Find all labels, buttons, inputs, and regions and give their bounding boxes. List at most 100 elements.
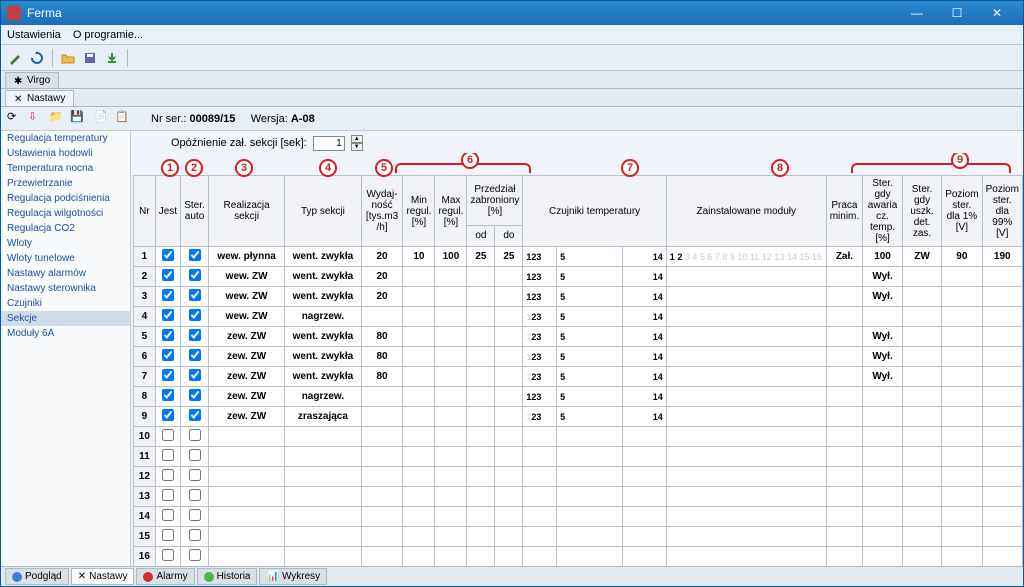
delay-up[interactable]: ▲ [351, 135, 363, 143]
col-min: Min regul. [%] [403, 176, 435, 247]
jest-checkbox[interactable] [162, 289, 174, 301]
history-icon [204, 572, 214, 582]
col-praca-min: Praca minim. [826, 176, 862, 247]
sidebar-item-7[interactable]: Wloty [1, 236, 130, 251]
table-row: 4wew. ZWnagrzew.123514 [134, 307, 1023, 327]
jest-checkbox[interactable] [162, 369, 174, 381]
auto-checkbox[interactable] [189, 409, 201, 421]
jest-checkbox[interactable] [162, 429, 174, 441]
sidebar-item-1[interactable]: Ustawienia hodowli [1, 146, 130, 161]
table-row: 3wew. ZWwent. zwykła20123514Wył. [134, 287, 1023, 307]
sidebar-item-8[interactable]: Wloty tunelowe [1, 251, 130, 266]
btab-alarmy[interactable]: Alarmy [136, 568, 194, 585]
sub-open-icon[interactable]: 📁 [49, 110, 67, 128]
menu-settings[interactable]: Ustawienia [7, 29, 61, 41]
bottom-tabbar: Podgląd ✕Nastawy Alarmy Historia 📊Wykres… [1, 566, 1023, 586]
toolbar-edit-icon[interactable] [5, 48, 25, 68]
toolbar-refresh-icon[interactable] [27, 48, 47, 68]
auto-checkbox[interactable] [189, 329, 201, 341]
titlebar: Ferma — ☐ ✕ [1, 1, 1023, 25]
main-toolbar [1, 45, 1023, 71]
window-title: Ferma [27, 6, 897, 20]
auto-checkbox[interactable] [189, 489, 201, 501]
auto-checkbox[interactable] [189, 349, 201, 361]
auto-checkbox[interactable] [189, 469, 201, 481]
jest-checkbox[interactable] [162, 409, 174, 421]
toolbar-open-icon[interactable] [58, 48, 78, 68]
sidebar-item-10[interactable]: Nastawy sterownika [1, 281, 130, 296]
auto-checkbox[interactable] [189, 309, 201, 321]
jest-checkbox[interactable] [162, 269, 174, 281]
jest-checkbox[interactable] [162, 449, 174, 461]
col-moduly: Zainstalowane moduły [666, 176, 826, 247]
table-row: 13 [134, 487, 1023, 507]
col-czujniki: Czujniki temperatury [523, 176, 666, 247]
sidebar-item-4[interactable]: Regulacja podciśnienia [1, 191, 130, 206]
sub-save-icon[interactable]: 💾 [70, 110, 88, 128]
toolbar-download-icon[interactable] [102, 48, 122, 68]
delay-input[interactable] [313, 136, 345, 151]
jest-checkbox[interactable] [162, 249, 174, 261]
jest-checkbox[interactable] [162, 549, 174, 561]
settings-icon: ✕ [14, 94, 24, 104]
sidebar-item-9[interactable]: Nastawy alarmów [1, 266, 130, 281]
jest-checkbox[interactable] [162, 349, 174, 361]
delay-down[interactable]: ▼ [351, 143, 363, 151]
sidebar-item-12[interactable]: Sekcje [1, 311, 130, 326]
auto-checkbox[interactable] [189, 509, 201, 521]
minimize-button[interactable]: — [897, 3, 937, 23]
sidebar-item-6[interactable]: Regulacja CO2 [1, 221, 130, 236]
jest-checkbox[interactable] [162, 309, 174, 321]
sidebar-item-3[interactable]: Przewietrzanie [1, 176, 130, 191]
auto-checkbox[interactable] [189, 389, 201, 401]
alarm-icon [143, 572, 153, 582]
btab-wykresy[interactable]: 📊Wykresy [259, 568, 327, 585]
table-row: 11 [134, 447, 1023, 467]
btab-podglad[interactable]: Podgląd [5, 568, 69, 585]
auto-checkbox[interactable] [189, 529, 201, 541]
auto-checkbox[interactable] [189, 429, 201, 441]
sidebar: Regulacja temperaturyUstawienia hodowliT… [1, 131, 131, 566]
menubar: Ustawienia O programie... [1, 25, 1023, 45]
tab-virgo[interactable]: ✱ Virgo [5, 72, 59, 88]
close-button[interactable]: ✕ [977, 3, 1017, 23]
sub-copy-icon[interactable]: 📄 [94, 110, 112, 128]
sub-refresh-icon[interactable]: ⟳ [7, 110, 25, 128]
col-przedzial: Przedział zabroniony [%] [467, 176, 523, 226]
auto-checkbox[interactable] [189, 549, 201, 561]
sub-send-icon[interactable]: ⇩ [28, 110, 46, 128]
sidebar-item-2[interactable]: Temperatura nocna [1, 161, 130, 176]
auto-checkbox[interactable] [189, 289, 201, 301]
auto-checkbox[interactable] [189, 369, 201, 381]
auto-checkbox[interactable] [189, 449, 201, 461]
jest-checkbox[interactable] [162, 509, 174, 521]
maximize-button[interactable]: ☐ [937, 3, 977, 23]
wrench-icon: ✕ [78, 571, 86, 582]
jest-checkbox[interactable] [162, 389, 174, 401]
monitor-icon [12, 572, 22, 582]
sidebar-item-13[interactable]: Moduły 6A [1, 326, 130, 341]
sidebar-item-0[interactable]: Regulacja temperatury [1, 131, 130, 146]
col-ster-uszk: Ster. gdy uszk. det. zas. [902, 176, 941, 247]
btab-nastawy[interactable]: ✕Nastawy [71, 568, 135, 585]
auto-checkbox[interactable] [189, 269, 201, 281]
app-icon [7, 6, 21, 20]
col-ster-auto: Ster. auto [181, 176, 209, 247]
toolbar-save-icon[interactable] [80, 48, 100, 68]
jest-checkbox[interactable] [162, 489, 174, 501]
col-do: do [495, 225, 523, 246]
auto-checkbox[interactable] [189, 249, 201, 261]
table-row: 12 [134, 467, 1023, 487]
table-row: 6zew. ZWwent. zwykła80123514Wył. [134, 347, 1023, 367]
sub-paste-icon[interactable]: 📋 [115, 110, 133, 128]
jest-checkbox[interactable] [162, 529, 174, 541]
jest-checkbox[interactable] [162, 329, 174, 341]
menu-about[interactable]: O programie... [73, 29, 143, 41]
jest-checkbox[interactable] [162, 469, 174, 481]
sidebar-item-11[interactable]: Czujniki [1, 296, 130, 311]
sidebar-item-5[interactable]: Regulacja wilgotności [1, 206, 130, 221]
delay-label: Opóźnienie zał. sekcji [sek]: [171, 137, 307, 149]
col-jest: Jest [155, 176, 180, 247]
tab-nastawy[interactable]: ✕ Nastawy [5, 90, 74, 106]
btab-historia[interactable]: Historia [197, 568, 258, 585]
